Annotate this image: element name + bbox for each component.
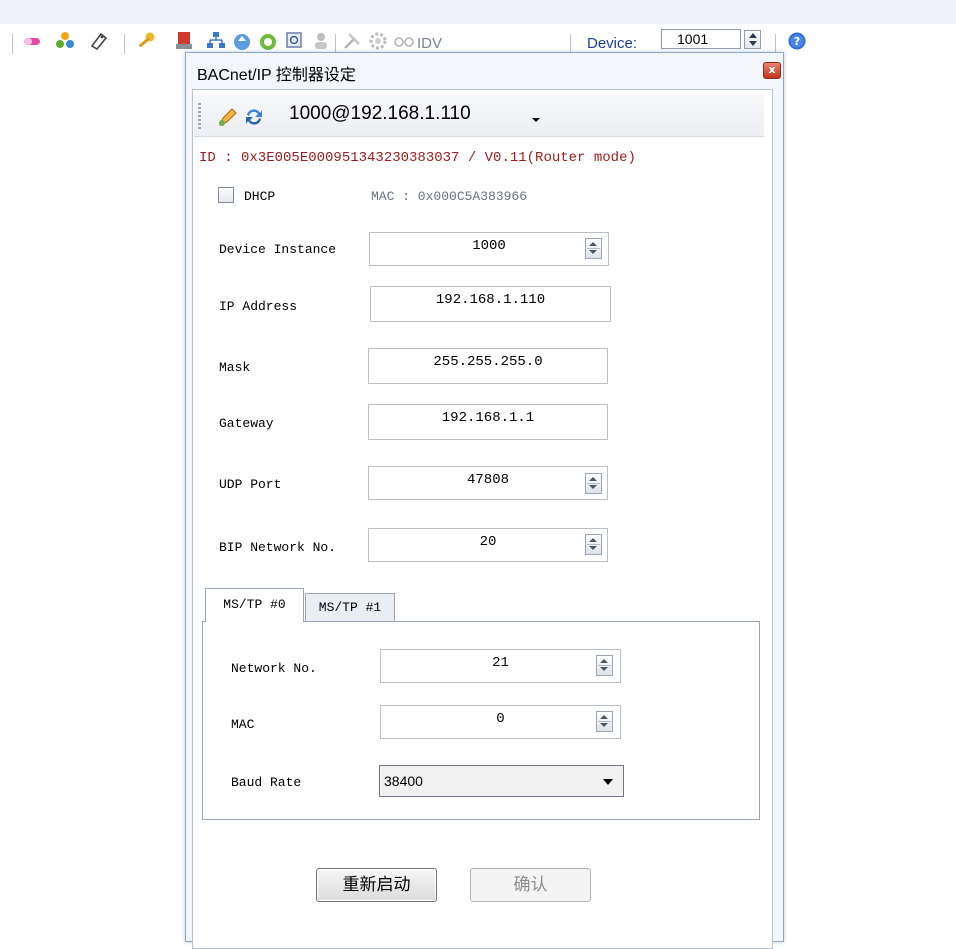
reconnect-icon[interactable] <box>243 106 265 128</box>
mac-address-info: MAC : 0x000C5A383966 <box>371 189 528 204</box>
udp-port-value: 47808 <box>466 472 509 488</box>
mask-value: 255.255.255.0 <box>433 354 543 370</box>
restart-button[interactable]: 重新启动 <box>316 868 437 902</box>
mstp-mac-input[interactable]: 0 <box>380 705 621 739</box>
network-icon[interactable] <box>205 30 227 52</box>
baud-rate-select[interactable]: 38400 <box>379 765 624 797</box>
toolbar-grip[interactable] <box>198 103 201 129</box>
toolbar-separator <box>570 34 571 54</box>
group-icon[interactable] <box>54 30 76 52</box>
gateway-input[interactable]: 192.168.1.1 <box>368 404 608 440</box>
upload-icon[interactable] <box>231 30 253 52</box>
dropdown-arrow-icon <box>603 779 613 785</box>
download-icon[interactable] <box>173 30 195 52</box>
network-no-label: Network No. <box>231 661 317 676</box>
toolbar-separator <box>775 34 776 54</box>
toolbar-separator <box>124 34 125 54</box>
bip-network-input[interactable]: 20 <box>368 528 608 562</box>
window-top-strip <box>0 0 956 24</box>
key-icon[interactable] <box>135 30 157 52</box>
search-icon[interactable] <box>284 30 306 52</box>
tab-mstp-0[interactable]: MS/TP #0 <box>205 588 304 622</box>
dhcp-checkbox[interactable] <box>218 187 234 203</box>
network-no-value: 21 <box>492 655 509 671</box>
device-instance-label: Device Instance <box>219 242 337 257</box>
mstp-mac-label: MAC <box>231 717 255 732</box>
edit-icon[interactable] <box>217 106 239 128</box>
toolbar-separator <box>335 34 336 54</box>
mstp-mac-value: 0 <box>496 711 505 727</box>
connection-selector[interactable]: 1000@192.168.1.110 <box>289 103 471 125</box>
device-instance-value: 1000 <box>472 238 506 254</box>
baud-rate-label: Baud Rate <box>231 775 302 790</box>
baud-rate-value: 38400 <box>384 773 423 789</box>
mask-input[interactable]: 255.255.255.0 <box>368 348 608 384</box>
bip-network-value: 20 <box>479 534 497 550</box>
user-icon[interactable] <box>310 30 332 52</box>
toolbar-fragment-text[interactable]: IDV <box>417 35 442 52</box>
device-id-info: ID : 0x3E005E000951343230383037 / V0.11(… <box>199 150 636 166</box>
help-icon[interactable]: ? <box>786 30 808 52</box>
connection-toolbar <box>194 94 764 137</box>
ip-address-label: IP Address <box>219 299 298 314</box>
tools-icon[interactable] <box>341 30 363 52</box>
confirm-button[interactable]: 确认 <box>470 868 591 902</box>
bip-network-label: BIP Network No. <box>219 540 337 555</box>
ip-address-value: 192.168.1.110 <box>435 292 546 308</box>
pill-icon[interactable] <box>21 30 43 52</box>
tag-icon[interactable] <box>88 30 110 52</box>
toolbar-separator <box>12 34 13 54</box>
glasses-icon[interactable] <box>393 30 415 52</box>
tab-mstp-1[interactable]: MS/TP #1 <box>305 593 395 621</box>
device-instance-input[interactable]: 1000 <box>369 232 609 266</box>
device-label: Device: <box>587 35 638 52</box>
chevron-down-icon[interactable] <box>532 118 540 122</box>
gear-icon[interactable] <box>367 30 389 52</box>
udp-port-label: UDP Port <box>219 477 282 492</box>
device-spin-button[interactable] <box>744 30 761 49</box>
refresh-icon[interactable] <box>257 30 279 52</box>
dhcp-label: DHCP <box>244 189 276 204</box>
gateway-value: 192.168.1.1 <box>441 410 535 426</box>
device-number-input[interactable]: 1001 <box>661 29 741 49</box>
network-no-input[interactable]: 21 <box>380 649 621 683</box>
bip-network-spin[interactable] <box>585 534 602 555</box>
mask-label: Mask <box>219 360 251 375</box>
udp-port-input[interactable]: 47808 <box>368 466 608 500</box>
mstp-mac-spin[interactable] <box>596 711 613 732</box>
ip-address-input[interactable]: 192.168.1.110 <box>370 286 611 322</box>
udp-port-spin[interactable] <box>585 473 602 494</box>
svg-text:?: ? <box>794 35 800 48</box>
gateway-label: Gateway <box>219 416 274 431</box>
network-no-spin[interactable] <box>596 655 613 676</box>
device-instance-spin[interactable] <box>585 238 602 259</box>
